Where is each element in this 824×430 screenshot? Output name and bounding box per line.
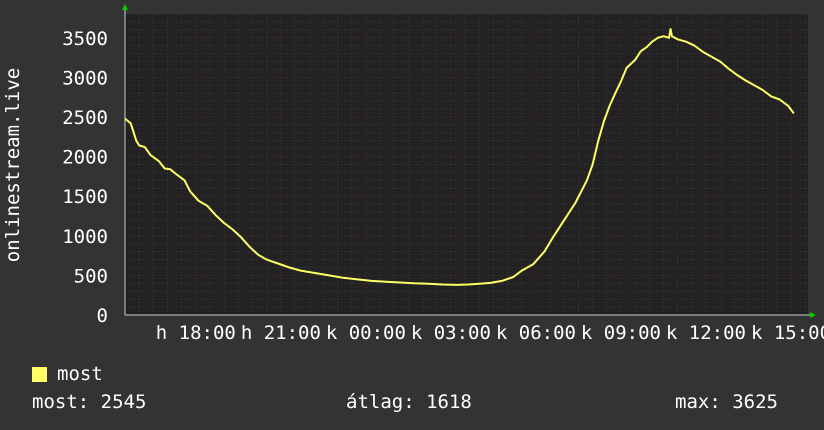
y-tick-label: 3500 [62, 28, 108, 50]
x-axis-ticks: h 18:00 h 21:00 k 00:00 k 03:00 k 06:00 k 09:… [156, 322, 824, 344]
y-tick-label: 1000 [62, 226, 108, 248]
legend: most [32, 362, 103, 386]
y-axis-ticks: 0 500 1000 1500 2000 2500 3000 3500 [62, 28, 108, 327]
y-tick-label: 2500 [62, 107, 108, 129]
x-tick-label: k 15:00 [751, 322, 824, 344]
legend-swatch [32, 366, 47, 382]
y-tick-label: 2000 [62, 147, 108, 169]
stat-max: max: 3625 [675, 391, 778, 413]
x-tick-label: k 12:00 [666, 322, 746, 344]
y-tick-label: 500 [74, 265, 108, 287]
y-tick-label: 0 [97, 305, 108, 327]
x-tick-label: k 00:00 [326, 322, 406, 344]
y-tick-label: 1500 [62, 186, 108, 208]
x-tick-label: k 09:00 [581, 322, 661, 344]
x-tick-label: k 03:00 [411, 322, 491, 344]
x-tick-label: k 06:00 [496, 322, 576, 344]
x-axis-arrow [810, 312, 816, 318]
y-axis-arrow [122, 4, 128, 10]
y-tick-label: 3000 [62, 67, 108, 89]
line-chart: 0 500 1000 1500 2000 2500 3000 3500 h 18:00 h 21… [2, 4, 824, 344]
legend-label: most [57, 363, 103, 385]
x-tick-label: h 18:00 [156, 322, 236, 344]
y-axis-label: onlinestream.live [2, 68, 24, 262]
stat-average: átlag: 1618 [346, 391, 472, 413]
x-tick-label: h 21:00 [241, 322, 321, 344]
stat-current: most: 2545 [32, 391, 147, 413]
